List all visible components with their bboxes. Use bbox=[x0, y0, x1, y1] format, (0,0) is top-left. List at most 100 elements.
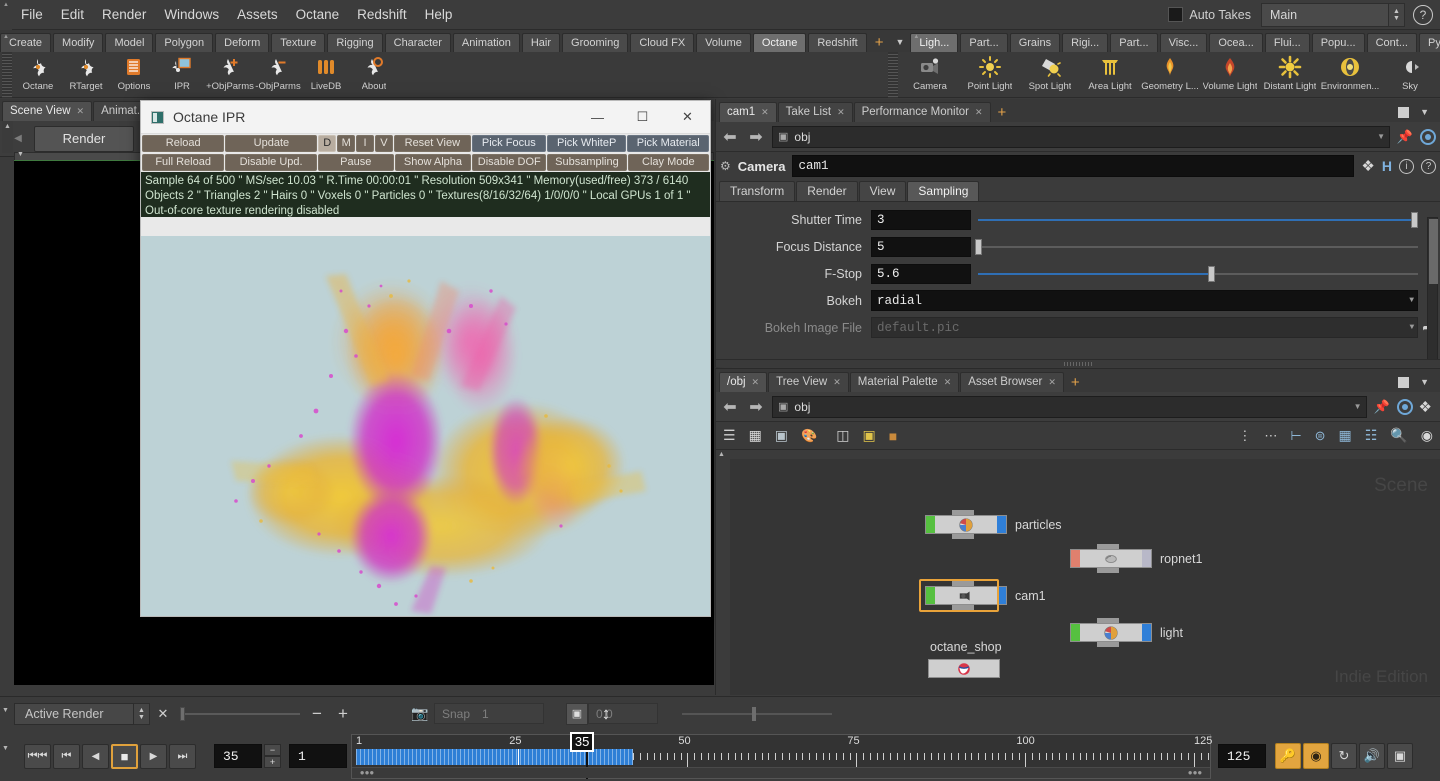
close-icon[interactable]: ✕ bbox=[837, 103, 845, 122]
increase-button[interactable]: + bbox=[330, 704, 356, 724]
ipr-d-button[interactable]: D bbox=[318, 135, 337, 152]
node-render-flag[interactable] bbox=[1142, 550, 1151, 567]
decrease-button[interactable]: − bbox=[304, 704, 330, 724]
close-icon[interactable]: ✕ bbox=[77, 102, 85, 121]
back-arrow-icon[interactable]: ⬅ bbox=[720, 127, 740, 147]
forward-arrow-icon[interactable]: ➡ bbox=[746, 397, 766, 417]
search-icon[interactable]: 🔍 bbox=[1390, 427, 1407, 444]
add-pane-tab-button[interactable]: + bbox=[992, 103, 1013, 122]
shelf-tab-model[interactable]: Model bbox=[105, 33, 154, 52]
shelf-tab-redshift[interactable]: Redshift bbox=[808, 33, 867, 52]
tool-volume-light[interactable]: Volume Light bbox=[1200, 52, 1260, 98]
menu-render[interactable]: Render bbox=[93, 0, 155, 30]
tab-performance-monitor[interactable]: Performance Monitor ✕ bbox=[853, 102, 991, 122]
network-layout-icon[interactable] bbox=[1398, 377, 1410, 388]
close-icon[interactable]: ✕ bbox=[665, 101, 710, 134]
shelf-left-menu-icon[interactable]: ▼ bbox=[889, 33, 910, 52]
node-input-tab[interactable] bbox=[1097, 618, 1119, 623]
tab-material-palette[interactable]: Material Palette ✕ bbox=[849, 372, 960, 392]
tab-tree-view[interactable]: Tree View ✕ bbox=[768, 372, 849, 392]
add-shelf-left-button[interactable]: + bbox=[869, 33, 890, 52]
vertical-resize-icon[interactable]: ↕ bbox=[594, 704, 618, 724]
subtab-sampling[interactable]: Sampling bbox=[907, 181, 980, 201]
tool-environmen[interactable]: Environmen... bbox=[1320, 52, 1380, 98]
node-octane_shop[interactable]: octane_shop bbox=[928, 640, 1002, 678]
node-input-tab[interactable] bbox=[952, 510, 974, 515]
info-icon[interactable]: i bbox=[1399, 158, 1414, 174]
current-frame-field[interactable]: 35 bbox=[214, 744, 262, 768]
node-ropnet1[interactable]: ropnet1 bbox=[1070, 544, 1202, 573]
param-field-bokeh[interactable]: radial ▼ bbox=[871, 290, 1418, 311]
subtab-render[interactable]: Render bbox=[796, 181, 858, 201]
secondary-slider[interactable] bbox=[682, 704, 832, 724]
node-cam1[interactable]: cam1 bbox=[919, 579, 1046, 612]
layout-grid-icon[interactable]: ▣ bbox=[775, 427, 788, 444]
param-field-bokeh-image-file[interactable]: default.pic ▼ bbox=[871, 317, 1419, 338]
take-selector[interactable]: Main bbox=[1261, 2, 1389, 27]
playhead-label[interactable]: 35 bbox=[569, 731, 595, 752]
tab-cam1[interactable]: cam1 ✕ bbox=[719, 102, 777, 122]
tool--objparms[interactable]: +ObjParms bbox=[206, 52, 254, 98]
ipr-full-reload-button[interactable]: Full Reload bbox=[142, 154, 225, 171]
package-icon[interactable]: ■ bbox=[889, 428, 897, 444]
jump-to-end-button[interactable]: ⏭ bbox=[169, 743, 196, 769]
path-field[interactable]: ▣ obj ▼ bbox=[772, 125, 1390, 148]
menu-file[interactable]: File bbox=[12, 0, 52, 30]
view-icon[interactable]: ◉ bbox=[1421, 427, 1433, 444]
tool-camera[interactable]: Camera bbox=[900, 52, 960, 98]
minimize-icon[interactable]: — bbox=[575, 101, 620, 134]
parameters-scrollbar[interactable] bbox=[1427, 217, 1438, 362]
shelf-tab-part[interactable]: Part... bbox=[1110, 33, 1158, 52]
param-value-f-stop[interactable]: 5.6 bbox=[871, 263, 971, 284]
target-icon[interactable] bbox=[1420, 128, 1436, 145]
shelf-tab-cloud-fx[interactable]: Cloud FX bbox=[630, 33, 695, 52]
add-network-tab-button[interactable]: + bbox=[1065, 373, 1086, 392]
node-output-tab[interactable] bbox=[1097, 568, 1119, 573]
play-backwards-button[interactable]: ◀ bbox=[82, 743, 109, 769]
chevron-down-icon[interactable]: ▼ bbox=[1409, 296, 1414, 305]
take-spinner[interactable]: ▲ ▼ bbox=[1389, 2, 1405, 27]
shelf-tab-part[interactable]: Part... bbox=[960, 33, 1008, 52]
range-start-field[interactable]: 1 bbox=[289, 744, 347, 768]
shelf-tab-popu[interactable]: Popu... bbox=[1311, 33, 1365, 52]
close-icon[interactable]: ✕ bbox=[944, 373, 952, 392]
tab-scene-view[interactable]: Scene View ✕ bbox=[2, 101, 93, 121]
tool-about[interactable]: About bbox=[350, 52, 398, 98]
slider-knob[interactable] bbox=[975, 238, 982, 255]
menu-help[interactable]: Help bbox=[416, 0, 462, 30]
node-input-tab[interactable] bbox=[1097, 544, 1119, 549]
audio-button[interactable]: 🔊 bbox=[1359, 743, 1385, 769]
slider-knob[interactable] bbox=[1208, 265, 1216, 282]
target-icon[interactable] bbox=[1396, 398, 1413, 415]
playbar-collapse-icon[interactable]: ▼ bbox=[2, 701, 13, 727]
chevron-down-icon[interactable]: ▼ bbox=[1409, 323, 1414, 332]
shelf-tab-pyro[interactable]: Pyro... bbox=[1418, 33, 1440, 52]
shelf-tab-rigging[interactable]: Rigging bbox=[327, 33, 383, 52]
chevron-down-icon[interactable]: ▼ bbox=[1354, 402, 1362, 411]
play-forwards-button[interactable]: ▶ bbox=[140, 743, 167, 769]
shelf-tab-visc[interactable]: Visc... bbox=[1159, 33, 1208, 52]
ipr-pause-button[interactable]: Pause bbox=[317, 154, 394, 171]
shelf-tab-volume[interactable]: Volume bbox=[696, 33, 751, 52]
node-output-tab[interactable] bbox=[1097, 642, 1119, 647]
frame-increment-button[interactable]: + bbox=[264, 756, 281, 768]
pane-menu-icon[interactable]: ▼ bbox=[1414, 103, 1435, 122]
spacing-icon[interactable]: ⋯ bbox=[1264, 428, 1277, 444]
playbar-options-button[interactable]: ▣ bbox=[1387, 743, 1413, 769]
close-icon[interactable]: ✕ bbox=[975, 103, 983, 122]
tab-asset-browser[interactable]: Asset Browser ✕ bbox=[960, 372, 1064, 392]
timeline-grip-left[interactable]: ●●● bbox=[356, 768, 378, 776]
ipr-show-alpha-button[interactable]: Show Alpha bbox=[394, 154, 472, 171]
subtab-view[interactable]: View bbox=[858, 181, 907, 201]
shelf-tab-flui[interactable]: Flui... bbox=[1264, 33, 1310, 52]
pane-layout-icon[interactable] bbox=[1398, 107, 1410, 118]
tool-point-light[interactable]: Point Light bbox=[960, 52, 1020, 98]
notes-icon[interactable]: ▣ bbox=[862, 427, 875, 444]
gear-icon[interactable]: ❖ bbox=[1361, 157, 1374, 175]
ipr-clay-mode-button[interactable]: Clay Mode bbox=[627, 154, 709, 171]
tool-geometry-l[interactable]: Geometry L... bbox=[1140, 52, 1200, 98]
timeline-scrollbar[interactable]: ●●● ●●● bbox=[352, 766, 1210, 778]
slider-knob[interactable] bbox=[1410, 211, 1418, 228]
node-particles[interactable]: particles bbox=[925, 510, 1062, 539]
pin-icon[interactable]: 📌 bbox=[1396, 129, 1414, 145]
